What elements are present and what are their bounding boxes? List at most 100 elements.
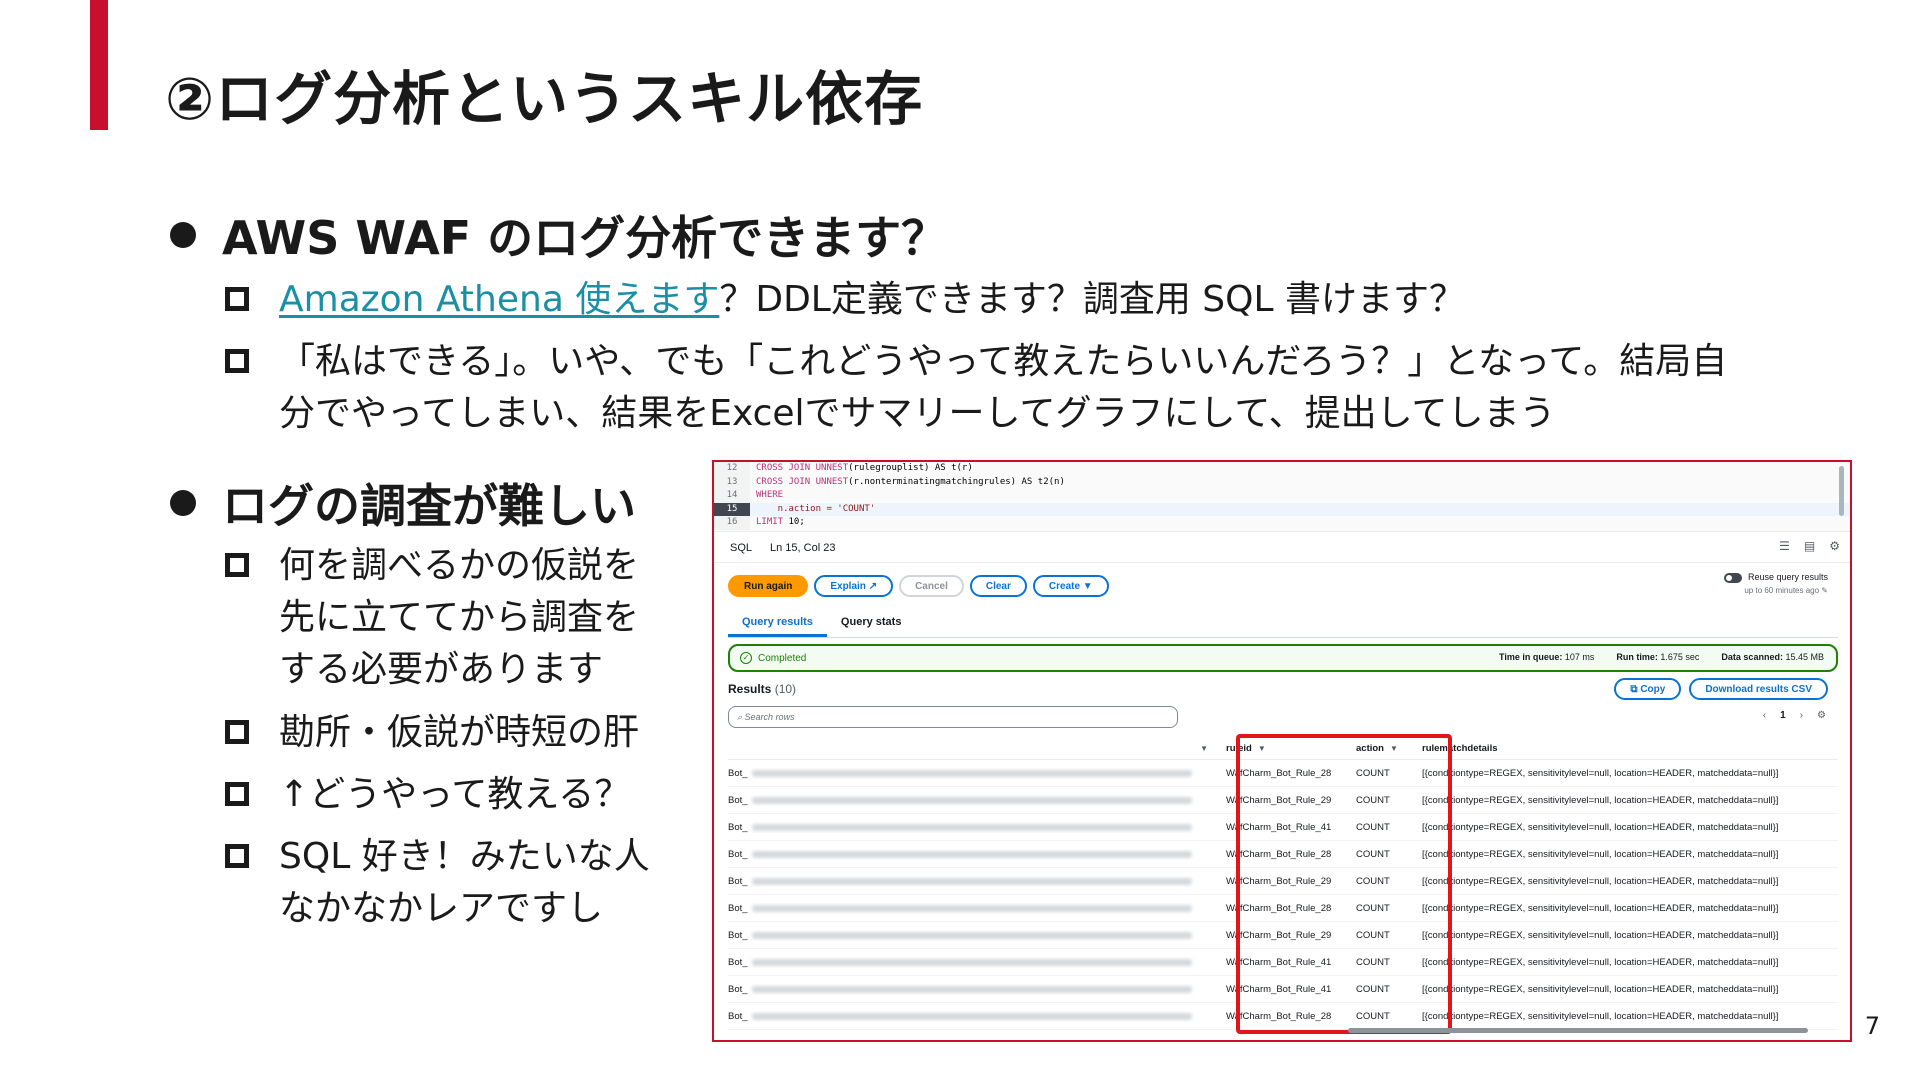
next-page-icon[interactable]: › (1800, 710, 1803, 721)
table-row[interactable]: Bot_ WafCharm_Bot_Rule_28 COUNT [{condition… (728, 760, 1838, 787)
format-icon[interactable]: ☰ (1779, 539, 1790, 553)
table-header-row: ▼ ruleid ▼ action ▼ rulematchdetails (728, 738, 1838, 760)
cell-rulematchdetails: [{conditiontype=REGEX, sensitivitylevel=… (1422, 767, 1779, 779)
results-table: ▼ ruleid ▼ action ▼ rulematchdetails Bot_ W… (728, 738, 1838, 1030)
table-row[interactable]: Bot_ WafCharm_Bot_Rule_28 COUNT [{condition… (728, 841, 1838, 868)
run-again-button[interactable]: Run again (728, 575, 809, 597)
bullet-dot-icon (170, 490, 196, 516)
copy-icon: ⧉ (1630, 683, 1641, 695)
clear-button[interactable]: Clear (969, 575, 1027, 597)
edit-pencil-icon[interactable]: ✎ (1821, 586, 1828, 595)
results-heading: Results (10) (728, 682, 797, 696)
redacted-cell: Bot_ (728, 768, 1216, 779)
table-row[interactable]: Bot_ WafCharm_Bot_Rule_28 COUNT [{condition… (728, 1003, 1838, 1030)
cell-action: COUNT (1356, 767, 1390, 779)
redacted-cell: Bot_ (728, 822, 1216, 833)
sort-icon: ▼ (1389, 744, 1398, 753)
subbullet-text: 何を調べるかの仮説を 先に立ててから調査を する必要があります (279, 545, 640, 690)
cell-ruleid: WafCharm_Bot_Rule_29 (1226, 875, 1332, 887)
table-settings-gear-icon[interactable]: ⚙ (1817, 710, 1826, 721)
cell-action: COUNT (1356, 821, 1390, 833)
reuse-sub-label: up to 60 minutes ago (1744, 585, 1820, 595)
cell-rulematchdetails: [{conditiontype=REGEX, sensitivitylevel=… (1422, 848, 1779, 860)
prev-page-icon[interactable]: ‹ (1763, 710, 1766, 721)
explain-button[interactable]: Explain ↗ (814, 575, 894, 597)
query-toolbar: Run again Explain ↗ Cancel Clear Create … (728, 568, 1838, 604)
horizontal-scrollbar[interactable] (728, 1028, 1838, 1034)
table-row[interactable]: Bot_ WafCharm_Bot_Rule_41 COUNT [{condition… (728, 976, 1838, 1003)
cancel-button[interactable]: Cancel (899, 575, 964, 597)
column-header-ruleid[interactable]: ruleid ▼ (1216, 743, 1346, 754)
cell-rulematchdetails: [{conditiontype=REGEX, sensitivitylevel=… (1422, 983, 1779, 995)
sort-icon[interactable]: ▼ (1200, 744, 1208, 753)
redacted-cell: Bot_ (728, 957, 1216, 968)
redacted-blur (751, 823, 1192, 831)
redacted-blur (751, 958, 1192, 966)
subbullet-text-rest: ？DDL定義できます？調査用 SQL 書けます？ (719, 279, 1465, 320)
cell-ruleid: WafCharm_Bot_Rule_28 (1226, 767, 1332, 779)
copy-button[interactable]: ⧉ Copy (1614, 678, 1682, 700)
results-tabs: Query results Query stats (728, 608, 1838, 638)
pagination: ‹ 1 › ⚙ (1763, 710, 1826, 721)
cell-action: COUNT (1356, 1010, 1390, 1022)
table-row[interactable]: Bot_ WafCharm_Bot_Rule_29 COUNT [{condition… (728, 868, 1838, 895)
athena-link[interactable]: Amazon Athena 使えます (279, 279, 719, 320)
language-label: SQL (730, 541, 753, 554)
query-completed-alert: ✓ Completed Time in queue: 107 ms Run ti… (728, 644, 1838, 672)
subbullet-text: Amazon Athena 使えます？DDL定義できます？調査用 SQL 書けま… (279, 274, 1465, 326)
search-icon: ⌕ (737, 711, 745, 722)
column-header-rulematchdetails[interactable]: rulematchdetails (1416, 743, 1838, 754)
table-row[interactable]: Bot_ WafCharm_Bot_Rule_41 COUNT [{condition… (728, 814, 1838, 841)
athena-console-screenshot: 12 CROSS JOIN UNNEST(rulegrouplist) AS t(… (712, 460, 1852, 1042)
subbullet-intuition: 勘所・仮説が時短の肝 (225, 707, 639, 759)
cell-ruleid: WafCharm_Bot_Rule_29 (1226, 794, 1332, 806)
tab-query-results[interactable]: Query results (728, 608, 827, 637)
shortcuts-icon[interactable]: ▤ (1804, 539, 1815, 553)
cell-ruleid: WafCharm_Bot_Rule_28 (1226, 1010, 1332, 1022)
sql-line: 16 LIMIT 10; (714, 516, 1850, 530)
square-bullet-icon (225, 287, 249, 311)
table-row[interactable]: Bot_ WafCharm_Bot_Rule_41 COUNT [{condition… (728, 949, 1838, 976)
subbullet-athena: Amazon Athena 使えます？DDL定義できます？調査用 SQL 書けま… (225, 274, 1465, 326)
table-row[interactable]: Bot_ WafCharm_Bot_Rule_28 COUNT [{condition… (728, 895, 1838, 922)
tab-query-stats[interactable]: Query stats (827, 608, 916, 637)
cell-action: COUNT (1356, 875, 1390, 887)
search-rows-input[interactable]: ⌕ Search rows (728, 706, 1178, 728)
create-button[interactable]: Create ▼ (1032, 575, 1109, 597)
redacted-blur (751, 1012, 1192, 1020)
redacted-cell: Bot_ (728, 876, 1216, 887)
redacted-blur (751, 877, 1192, 885)
sql-line: 13 CROSS JOIN UNNEST(r.nonterminatingmatc… (714, 475, 1850, 489)
redacted-cell: Bot_ (728, 930, 1216, 941)
editor-scrollbar[interactable] (1839, 466, 1844, 516)
column-header-action[interactable]: action ▼ (1346, 743, 1416, 754)
bullet-aws-waf: AWS WAF のログ分析できます？ (170, 202, 947, 268)
sql-line: 12 CROSS JOIN UNNEST(rulegrouplist) AS t(… (714, 462, 1850, 476)
cell-rulematchdetails: [{conditiontype=REGEX, sensitivitylevel=… (1422, 821, 1779, 833)
run-time: Run time: 1.675 sec (1616, 652, 1700, 662)
cell-ruleid: WafCharm_Bot_Rule_28 (1226, 902, 1332, 914)
completed-label: Completed (758, 652, 807, 664)
current-page[interactable]: 1 (1780, 710, 1786, 721)
redacted-blur (751, 796, 1192, 804)
table-row[interactable]: Bot_ WafCharm_Bot_Rule_29 COUNT [{condition… (728, 922, 1838, 949)
reuse-results-toggle[interactable] (1723, 572, 1742, 583)
cell-rulematchdetails: [{conditiontype=REGEX, sensitivitylevel=… (1422, 929, 1779, 941)
data-scanned: Data scanned: 15.45 MB (1721, 652, 1824, 662)
settings-gear-icon[interactable]: ⚙ (1829, 539, 1840, 553)
square-bullet-icon (225, 553, 249, 577)
cell-rulematchdetails: [{conditiontype=REGEX, sensitivitylevel=… (1422, 956, 1779, 968)
redacted-cell: Bot_ (728, 903, 1216, 914)
subbullet-i-can-do: 「私はできる」。いや、でも「これどうやって教えたらいいんだろう？」となって。結局… (225, 336, 1805, 440)
sql-editor[interactable]: 12 CROSS JOIN UNNEST(rulegrouplist) AS t(… (714, 462, 1850, 532)
subbullet-sql-lovers: SQL 好き！みたいな人 なかなかレアですし (225, 831, 650, 935)
redacted-blur (751, 904, 1192, 912)
time-in-queue: Time in queue: 107 ms (1499, 652, 1595, 662)
cell-action: COUNT (1356, 848, 1390, 860)
download-csv-button[interactable]: Download results CSV (1689, 678, 1828, 700)
page-number: 7 (1864, 1012, 1880, 1040)
redacted-cell: Bot_ (728, 795, 1216, 806)
table-row[interactable]: Bot_ WafCharm_Bot_Rule_29 COUNT [{condition… (728, 787, 1838, 814)
reuse-label: Reuse query results (1747, 572, 1828, 582)
cell-ruleid: WafCharm_Bot_Rule_29 (1226, 929, 1332, 941)
